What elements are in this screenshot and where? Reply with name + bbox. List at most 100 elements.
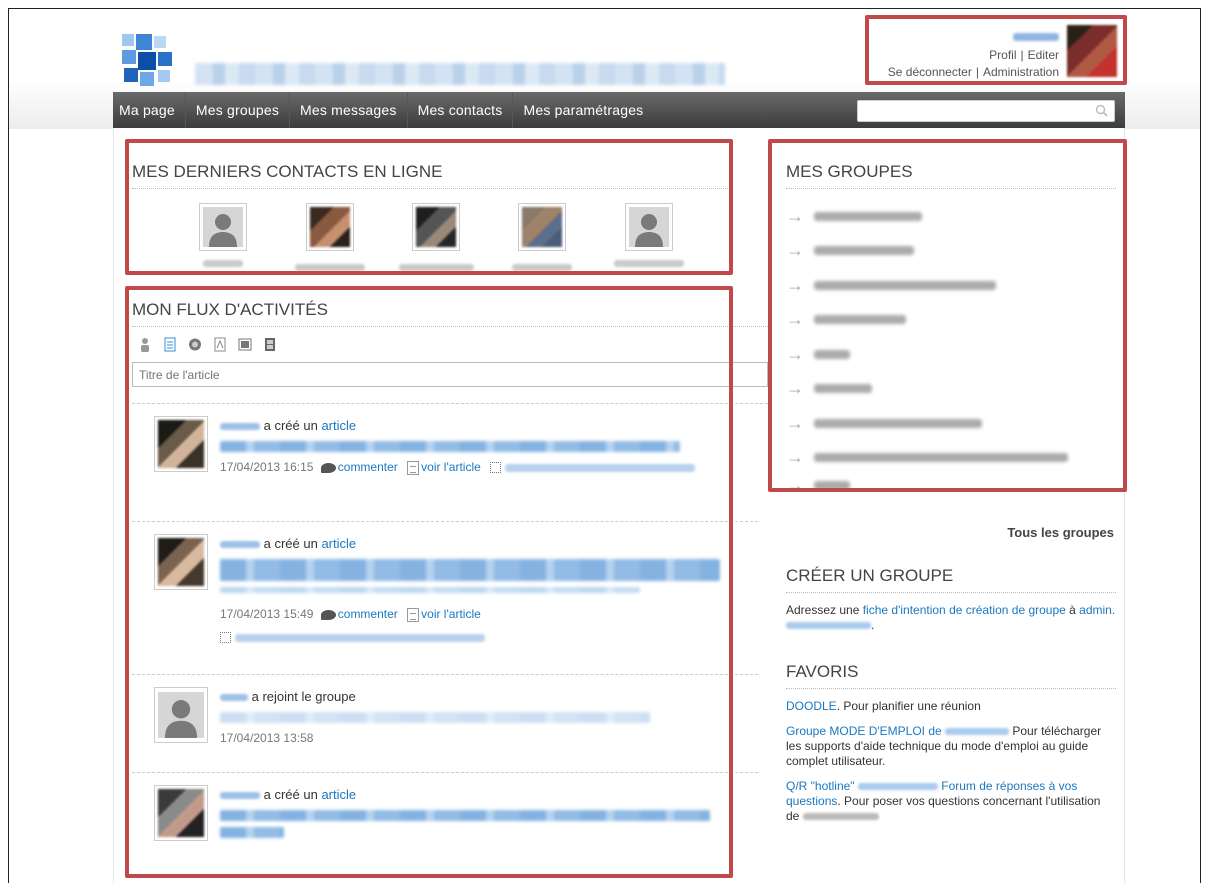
search-input[interactable] [858, 101, 1088, 121]
nav-mes-messages[interactable]: Mes messages [290, 92, 408, 128]
group-item[interactable]: → [786, 199, 1116, 234]
create-group-section: CRÉER UN GROUPE Adressez une fiche d'int… [786, 560, 1116, 633]
contact-item[interactable] [276, 203, 382, 271]
create-group-title: CRÉER UN GROUPE [786, 560, 1116, 593]
group-item[interactable]: → [786, 234, 1116, 269]
share-icon [490, 462, 502, 474]
group-item[interactable]: → [786, 372, 1116, 407]
arrow-right-icon: → [786, 240, 804, 261]
nav-mes-parametrages[interactable]: Mes paramétrages [513, 92, 653, 128]
activity-avatar[interactable] [154, 687, 208, 743]
logout-link[interactable]: Se déconnecter [888, 65, 972, 79]
document-icon [407, 460, 420, 475]
activity-article-link[interactable]: article [321, 418, 356, 433]
activity-article-title[interactable] [220, 559, 720, 581]
contact-item[interactable] [170, 203, 276, 271]
activity-article-link[interactable]: article [321, 536, 356, 551]
contact-avatar[interactable] [199, 203, 248, 251]
activity-article-link[interactable]: article [321, 787, 356, 802]
activity-feed: a créé un article 17/04/2013 16:15 comme… [132, 403, 768, 861]
activity-group-link[interactable] [235, 633, 485, 642]
activity-user[interactable] [220, 792, 260, 800]
site-logo[interactable] [122, 34, 174, 88]
contact-name [512, 264, 573, 271]
article-title-input[interactable] [132, 362, 768, 387]
activity-group-name[interactable] [220, 712, 650, 723]
group-name[interactable] [814, 481, 850, 489]
group-item[interactable]: → [786, 406, 1116, 441]
group-item[interactable]: → [786, 441, 1116, 476]
activity-action: a créé un [263, 418, 318, 433]
activity-article-title[interactable] [220, 441, 680, 452]
group-name[interactable] [814, 280, 996, 290]
group-item[interactable]: → [786, 303, 1116, 338]
main-content: MES DERNIERS CONTACTS EN LIGNE MON FLUX … [113, 128, 1125, 883]
doodle-link[interactable]: DOODLE [786, 699, 837, 713]
group-name[interactable] [814, 315, 906, 325]
user-avatar[interactable] [1067, 25, 1117, 77]
activity-article-title[interactable] [220, 810, 710, 821]
nav-ma-page[interactable]: Ma page [113, 92, 186, 128]
main-nav: Ma page Mes groupes Mes messages Mes con… [113, 92, 1125, 128]
group-name[interactable] [814, 246, 914, 256]
contact-avatar[interactable] [305, 203, 354, 251]
activity-avatar[interactable] [154, 785, 208, 841]
profile-link[interactable]: Profil [989, 48, 1016, 62]
user-box: Profil | Editer Se déconnecter | Administrat… [867, 17, 1125, 83]
contact-avatar[interactable] [624, 203, 673, 251]
activity-user[interactable] [220, 423, 260, 431]
favorite-doodle: DOODLE. Pour planifier une réunion [786, 699, 981, 713]
film-icon[interactable] [263, 337, 277, 352]
favorite-hotline: Q/R "hotline" Forum de réponses à vos qu… [786, 779, 1101, 823]
admin-link[interactable]: Administration [983, 65, 1059, 79]
group-item[interactable]: → [786, 475, 1116, 489]
guide-link[interactable]: Groupe MODE D'EMPLOI de [786, 724, 1010, 738]
comment-link[interactable]: commenter [338, 607, 398, 621]
activity-action: a créé un [263, 787, 318, 802]
contact-item[interactable] [383, 203, 489, 271]
favorites-title: FAVORIS [786, 656, 1116, 689]
activity-group-link[interactable] [505, 463, 696, 472]
search-icon[interactable] [1095, 104, 1108, 117]
all-groups-link[interactable]: Tous les groupes [974, 525, 1114, 540]
comment-link[interactable]: commenter [338, 460, 398, 474]
group-name[interactable] [814, 211, 922, 221]
search-box [857, 100, 1115, 122]
document-icon[interactable] [163, 337, 177, 352]
group-item[interactable]: → [786, 337, 1116, 372]
comment-icon [320, 609, 336, 620]
group-name[interactable] [814, 453, 1068, 463]
activity-avatar[interactable] [154, 534, 208, 590]
nav-mes-contacts[interactable]: Mes contacts [408, 92, 514, 128]
intention-form-link[interactable]: fiche d'intention de création de groupe [863, 603, 1066, 617]
activity-toolbar [132, 327, 772, 358]
contact-item[interactable] [596, 203, 702, 271]
activity-user[interactable] [220, 694, 248, 702]
groups-list: → → → → → → → → → [786, 189, 1116, 489]
activity-avatar[interactable] [154, 416, 208, 472]
arrow-right-icon: → [786, 447, 804, 468]
group-name[interactable] [814, 349, 850, 359]
contact-avatar[interactable] [518, 203, 567, 251]
arrow-right-icon: → [786, 475, 804, 489]
activity-user[interactable] [220, 541, 260, 549]
contact-item[interactable] [489, 203, 595, 271]
contact-avatar[interactable] [412, 203, 461, 251]
favorite-guide: Groupe MODE D'EMPLOI de Pour télécharger… [786, 724, 1102, 768]
nav-mes-groupes[interactable]: Mes groupes [186, 92, 291, 128]
arrow-right-icon: → [786, 309, 804, 330]
view-article-link[interactable]: voir l'article [421, 607, 481, 621]
share-icon [220, 632, 231, 644]
contact-name [398, 264, 474, 271]
person-icon[interactable] [138, 337, 152, 352]
link-icon[interactable] [188, 337, 202, 352]
activity-article-title-cont[interactable] [220, 827, 284, 838]
image-icon[interactable] [238, 337, 252, 352]
pdf-icon[interactable] [213, 337, 227, 352]
user-name[interactable] [1013, 33, 1059, 41]
edit-link[interactable]: Editer [1028, 48, 1059, 62]
group-name[interactable] [814, 384, 872, 394]
view-article-link[interactable]: voir l'article [421, 460, 481, 474]
group-item[interactable]: → [786, 268, 1116, 303]
group-name[interactable] [814, 418, 982, 428]
